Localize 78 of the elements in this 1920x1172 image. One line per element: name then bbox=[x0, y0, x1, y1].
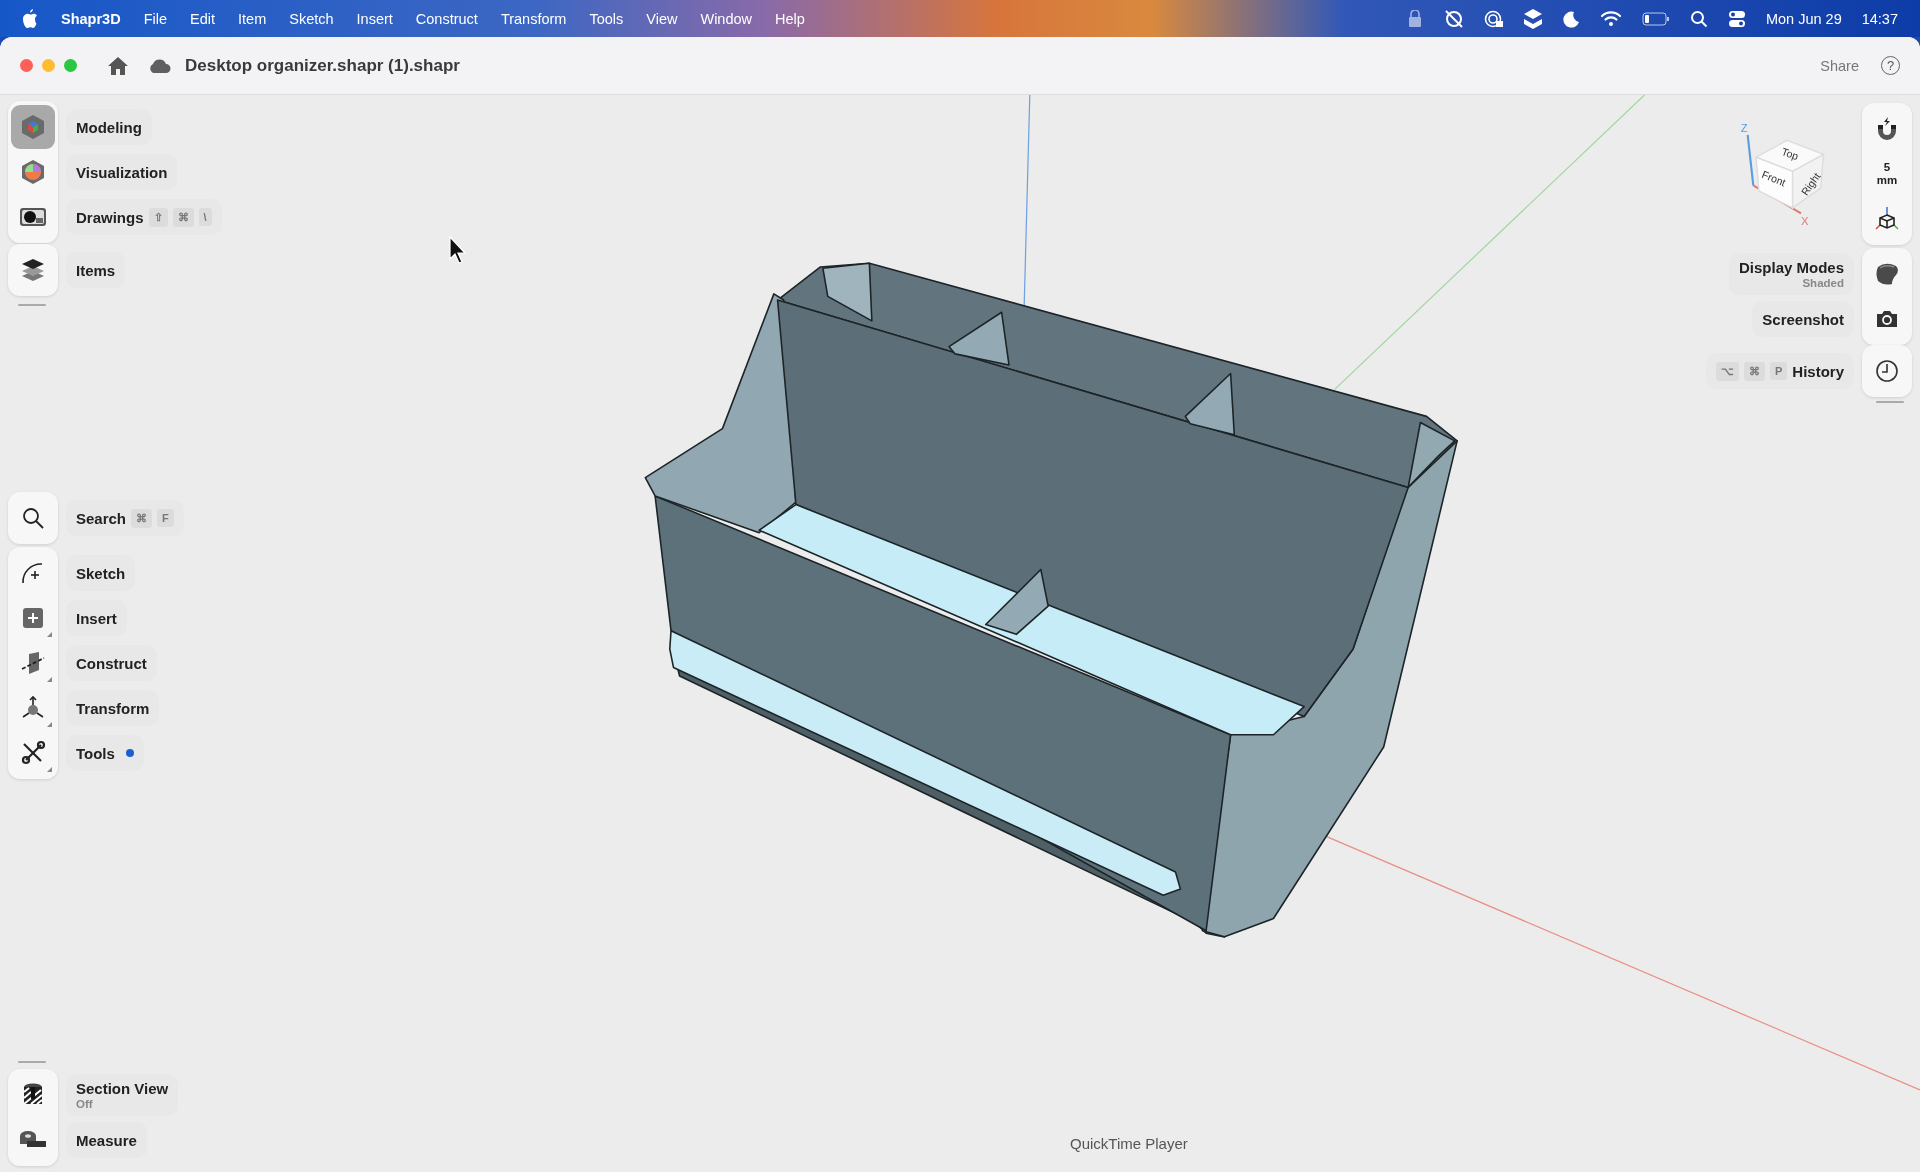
shortcut-key: F bbox=[157, 509, 174, 527]
tool-label[interactable]: Tools bbox=[66, 735, 144, 771]
menu-item[interactable]: Transform bbox=[500, 10, 567, 27]
shortcut-key: ⌘ bbox=[131, 508, 153, 528]
tool-label[interactable]: Search ⌘ F bbox=[66, 500, 184, 536]
tool-label[interactable]: Construct bbox=[66, 645, 157, 681]
tool-label[interactable]: Measure bbox=[66, 1122, 147, 1158]
menu-item[interactable]: Construct bbox=[415, 10, 478, 27]
apple-logo-icon bbox=[22, 9, 38, 28]
document-title: Desktop organizer.shapr (1).shapr bbox=[185, 55, 460, 76]
vpn-lock-icon bbox=[1483, 8, 1504, 29]
shortcut-key: ⌥ bbox=[1715, 361, 1739, 381]
search-icon bbox=[21, 506, 45, 530]
cube-icon bbox=[20, 114, 46, 140]
tool-name: Search bbox=[76, 509, 127, 527]
shortcut-key: ⌘ bbox=[172, 207, 194, 227]
move-arrows-icon bbox=[20, 695, 46, 721]
shortcut-key: ⇧ bbox=[148, 207, 168, 227]
tool-name: Drawings bbox=[76, 208, 144, 226]
tool-label[interactable]: Sketch bbox=[66, 555, 136, 591]
cursor-icon bbox=[449, 236, 467, 264]
shaded-blob-icon bbox=[1874, 261, 1900, 287]
layers-icon bbox=[20, 257, 46, 283]
magnet-icon bbox=[1876, 117, 1898, 141]
tool-name: Display Modes bbox=[1738, 259, 1844, 276]
menu-item[interactable]: Window bbox=[700, 10, 753, 27]
share-button[interactable]: Share bbox=[1820, 57, 1859, 74]
tool-status: Off bbox=[76, 1098, 93, 1110]
tool-label[interactable]: Insert bbox=[66, 600, 127, 636]
drawing-sheet-icon bbox=[19, 205, 47, 229]
blocked-sync-icon bbox=[1443, 8, 1464, 29]
cloud-icon bbox=[147, 57, 171, 74]
menu-item[interactable]: File bbox=[143, 10, 167, 27]
display-modes-label[interactable]: Display Modes Shaded bbox=[1728, 253, 1854, 295]
wifi-icon bbox=[1599, 10, 1622, 27]
tool-label[interactable]: Modeling bbox=[66, 109, 152, 145]
shortcut-key: P bbox=[1769, 362, 1788, 380]
color-wheel-icon bbox=[20, 159, 46, 185]
menu-bar-date: Mon Jun 29 bbox=[1765, 10, 1842, 27]
plus-icon bbox=[21, 606, 45, 630]
moon-icon bbox=[1561, 9, 1580, 28]
tool-name: Section View bbox=[76, 1080, 169, 1097]
menu-bar-clock: 14:37 bbox=[1861, 10, 1898, 27]
modeling-tool-button[interactable] bbox=[11, 105, 55, 149]
toolbar-panel bbox=[8, 492, 58, 544]
clock-icon bbox=[1875, 359, 1899, 383]
app-menu[interactable]: Shapr3D bbox=[61, 10, 121, 27]
menu-item[interactable]: Item bbox=[238, 10, 267, 27]
menu-item[interactable]: View bbox=[646, 10, 678, 27]
tool-label[interactable]: Section View Off bbox=[66, 1074, 179, 1116]
menu-item[interactable]: Edit bbox=[190, 10, 215, 27]
tool-status: Shaded bbox=[1802, 277, 1844, 289]
tool-name: History bbox=[1792, 362, 1844, 380]
menu-item[interactable]: Tools bbox=[589, 10, 624, 27]
tool-label[interactable]: Screenshot bbox=[1752, 301, 1854, 337]
axes-cube-icon bbox=[1875, 206, 1899, 232]
battery-icon bbox=[1641, 11, 1670, 26]
menu-item[interactable]: Help bbox=[775, 10, 805, 27]
search-icon bbox=[1689, 9, 1708, 28]
stack-logo-icon bbox=[1523, 8, 1542, 29]
menu-item[interactable]: Sketch bbox=[289, 10, 334, 27]
grid-size-button[interactable]: 5 mm bbox=[1865, 152, 1909, 196]
tool-label[interactable]: ⌥ ⌘ P History bbox=[1705, 353, 1854, 389]
tool-label[interactable]: Items bbox=[66, 252, 126, 288]
shortcut-key: \ bbox=[198, 208, 212, 226]
shortcut-key: ⌘ bbox=[1743, 361, 1765, 381]
tool-label[interactable]: Transform bbox=[66, 690, 160, 726]
tool-label[interactable]: Drawings ⇧ ⌘ \ bbox=[66, 199, 222, 235]
plane-icon bbox=[20, 650, 46, 676]
control-center-icon bbox=[1727, 9, 1746, 28]
tool-label[interactable]: Visualization bbox=[66, 154, 178, 190]
dock-app-name: QuickTime Player bbox=[1070, 1135, 1188, 1152]
camera-icon bbox=[1875, 309, 1899, 329]
tool-name: Tools bbox=[76, 744, 115, 762]
menu-item[interactable]: Insert bbox=[356, 10, 393, 27]
home-button[interactable] bbox=[107, 55, 129, 76]
close-button[interactable] bbox=[20, 59, 33, 72]
home-icon bbox=[107, 55, 129, 76]
